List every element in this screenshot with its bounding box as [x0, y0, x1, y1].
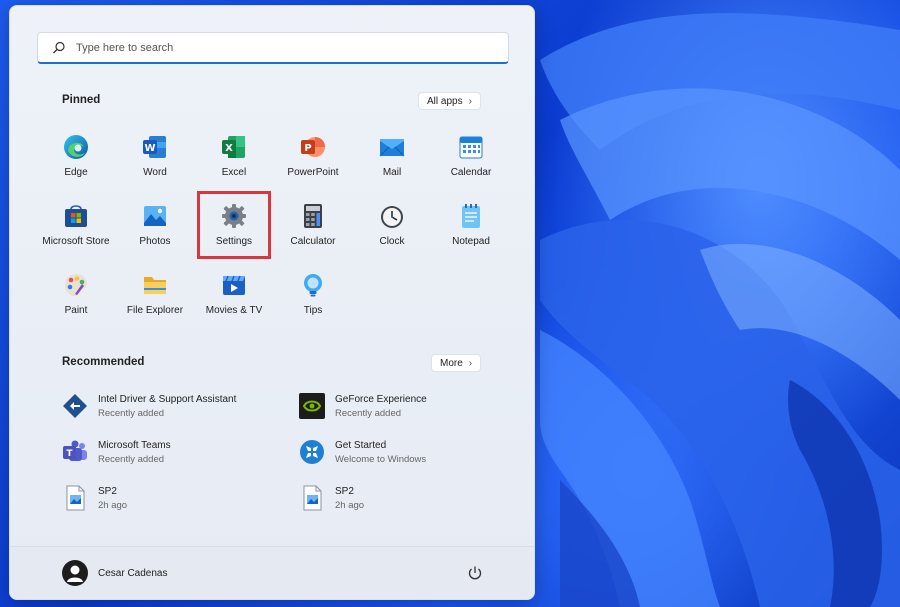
- app-label: Word: [143, 167, 167, 178]
- movies-icon: [223, 275, 245, 295]
- powerpoint-icon: P: [301, 137, 325, 157]
- all-apps-label: All apps: [427, 95, 463, 107]
- rec-subtitle: Recently added: [98, 407, 165, 419]
- pinned-app-paint[interactable]: Paint: [37, 266, 115, 332]
- chevron-right-icon: ›: [468, 95, 472, 107]
- recommended-item-teams[interactable]: T Microsoft Teams Recently added: [62, 435, 282, 469]
- store-icon: [65, 205, 87, 227]
- rec-title: GeForce Experience: [335, 393, 427, 405]
- app-label: Movies & TV: [205, 305, 263, 316]
- intel-dsa-icon: [63, 394, 87, 418]
- svg-text:X: X: [225, 143, 233, 154]
- mail-icon: [379, 139, 405, 157]
- app-label: Photos: [139, 236, 171, 247]
- more-label: More: [440, 357, 463, 369]
- pinned-app-mail[interactable]: Mail: [353, 128, 431, 194]
- word-icon: W: [143, 136, 166, 158]
- recommended-item-geforce[interactable]: GeForce Experience Recently added: [299, 389, 519, 423]
- app-label: Paint: [64, 305, 88, 316]
- app-label: Tips: [303, 305, 323, 316]
- notepad-icon: [462, 204, 480, 228]
- app-label: Excel: [221, 167, 247, 178]
- svg-text:P: P: [304, 143, 311, 154]
- search-box[interactable]: [37, 32, 509, 64]
- recommended-title: Recommended: [62, 356, 145, 368]
- rec-title: SP2: [335, 485, 354, 497]
- folder-icon: [144, 277, 166, 294]
- pinned-app-file-explorer[interactable]: File Explorer: [116, 266, 194, 332]
- nvidia-icon: [299, 393, 325, 419]
- rec-subtitle: Recently added: [335, 407, 402, 419]
- app-label: Microsoft Store: [42, 236, 110, 247]
- rec-subtitle: Recently added: [98, 453, 165, 465]
- app-label: File Explorer: [126, 305, 184, 316]
- pinned-app-word[interactable]: W Word: [116, 128, 194, 194]
- app-label: Calculator: [290, 236, 336, 247]
- app-label: PowerPoint: [287, 167, 339, 178]
- app-label: Calendar: [450, 167, 492, 178]
- edge-icon: [64, 135, 88, 159]
- pinned-app-powerpoint[interactable]: P PowerPoint: [274, 128, 352, 194]
- start-menu: Pinned All apps › Edge W Word X Exce: [9, 5, 535, 600]
- start-menu-footer: Cesar Cadenas: [10, 546, 534, 599]
- paint-icon: [64, 274, 88, 297]
- app-label: Notepad: [452, 236, 490, 247]
- pinned-app-calculator[interactable]: Calculator: [274, 197, 352, 263]
- calculator-icon: [304, 204, 322, 228]
- rec-subtitle: Welcome to Windows: [335, 453, 427, 465]
- calendar-icon: [459, 136, 483, 159]
- search-input[interactable]: [76, 41, 496, 54]
- settings-highlight-box: [197, 191, 271, 259]
- rec-title: Intel Driver & Support Assistant: [98, 393, 237, 405]
- rec-title: Microsoft Teams: [98, 439, 171, 451]
- tips-bulb-icon: [304, 274, 322, 297]
- all-apps-button[interactable]: All apps ›: [418, 92, 481, 110]
- pinned-app-tips[interactable]: Tips: [274, 266, 352, 332]
- app-label: Clock: [379, 236, 405, 247]
- rec-subtitle: 2h ago: [98, 499, 128, 511]
- rec-title: SP2: [98, 485, 117, 497]
- excel-icon: X: [222, 136, 245, 158]
- svg-text:W: W: [144, 143, 155, 154]
- user-account-button[interactable]: Cesar Cadenas: [62, 560, 167, 586]
- more-button[interactable]: More ›: [431, 354, 482, 372]
- pinned-app-photos[interactable]: Photos: [116, 197, 194, 263]
- user-name: Cesar Cadenas: [98, 567, 168, 579]
- pinned-title: Pinned: [62, 94, 101, 106]
- pinned-app-notepad[interactable]: Notepad: [432, 197, 510, 263]
- app-label: Edge: [64, 167, 88, 178]
- chevron-right-icon: ›: [468, 357, 473, 369]
- pinned-app-excel[interactable]: X Excel: [195, 128, 273, 194]
- get-started-icon: [300, 440, 324, 464]
- search-icon: [52, 41, 66, 55]
- teams-icon: T: [63, 440, 87, 461]
- pinned-app-clock[interactable]: Clock: [353, 197, 431, 263]
- recommended-item-sp2-right[interactable]: SP2 2h ago: [299, 481, 519, 515]
- rec-subtitle: 2h ago: [335, 499, 365, 511]
- power-icon[interactable]: [467, 565, 483, 581]
- image-file-icon: [303, 485, 322, 511]
- recommended-item-sp2-left[interactable]: SP2 2h ago: [62, 481, 282, 515]
- recommended-item-intel-dsa[interactable]: Intel Driver & Support Assistant Recentl…: [62, 389, 282, 423]
- pinned-app-microsoft-store[interactable]: Microsoft Store: [37, 197, 115, 263]
- recommended-item-get-started[interactable]: Get Started Welcome to Windows: [299, 435, 519, 469]
- app-label: Mail: [382, 167, 402, 178]
- image-file-icon: [66, 485, 85, 511]
- rec-title: Get Started: [335, 439, 387, 451]
- svg-text:T: T: [66, 449, 73, 459]
- pinned-app-calendar[interactable]: Calendar: [432, 128, 510, 194]
- photos-icon: [144, 206, 166, 226]
- pinned-app-movies-tv[interactable]: Movies & TV: [195, 266, 273, 332]
- clock-icon: [381, 206, 403, 228]
- pinned-app-edge[interactable]: Edge: [37, 128, 115, 194]
- avatar: [62, 560, 88, 586]
